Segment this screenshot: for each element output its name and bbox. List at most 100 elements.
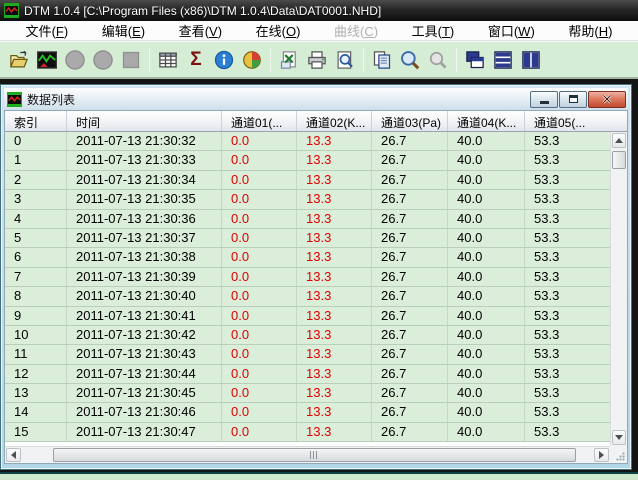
column-header-ch03[interactable]: 通道03(Pa) bbox=[372, 111, 448, 131]
toolbar-separator bbox=[270, 48, 271, 72]
info-button[interactable] bbox=[211, 47, 237, 73]
menu-file[interactable]: 文件F bbox=[18, 20, 77, 41]
print-button[interactable] bbox=[304, 47, 330, 73]
table-row[interactable]: 14 2011-07-13 21:30:46 0.0 13.3 26.7 40.… bbox=[5, 403, 610, 422]
horizontal-scroll-thumb[interactable] bbox=[53, 448, 576, 462]
cell-ch05: 53.3 bbox=[525, 345, 610, 363]
scroll-up-button[interactable] bbox=[612, 133, 626, 148]
toolbar: Σ bbox=[0, 41, 638, 79]
scroll-right-button[interactable] bbox=[594, 448, 609, 462]
cell-ch04: 40.0 bbox=[448, 307, 525, 325]
table-row[interactable]: 2 2011-07-13 21:30:34 0.0 13.3 26.7 40.0… bbox=[5, 171, 610, 190]
thumb-grip-icon bbox=[310, 451, 319, 459]
pie-chart-button[interactable] bbox=[239, 47, 265, 73]
column-header-index[interactable]: 索引 bbox=[5, 111, 67, 131]
cell-time: 2011-07-13 21:30:43 bbox=[67, 345, 222, 363]
tile-horizontal-icon bbox=[493, 50, 513, 70]
mdi-area: 数据列表 索引 时间 通道01(... bbox=[0, 79, 638, 472]
scroll-down-button[interactable] bbox=[612, 430, 626, 445]
toolbar-separator bbox=[363, 48, 364, 72]
cell-ch02: 13.3 bbox=[297, 190, 372, 208]
cascade-windows-button[interactable] bbox=[462, 47, 488, 73]
menu-view[interactable]: 查看V bbox=[171, 20, 230, 41]
restore-button[interactable] bbox=[559, 91, 587, 108]
vertical-scroll-thumb[interactable] bbox=[612, 151, 626, 169]
cell-index: 4 bbox=[5, 210, 67, 228]
vertical-scrollbar[interactable] bbox=[610, 132, 627, 446]
table-row[interactable]: 12 2011-07-13 21:30:44 0.0 13.3 26.7 40.… bbox=[5, 365, 610, 384]
cell-ch02: 13.3 bbox=[297, 287, 372, 305]
cell-ch05: 53.3 bbox=[525, 210, 610, 228]
minimize-button[interactable] bbox=[530, 91, 558, 108]
app-window: DTM 1.0.4 [C:\Program Files (x86)\DTM 1.… bbox=[0, 0, 638, 480]
close-button[interactable] bbox=[588, 91, 626, 108]
table-row[interactable]: 6 2011-07-13 21:30:38 0.0 13.3 26.7 40.0… bbox=[5, 248, 610, 267]
cell-ch01: 0.0 bbox=[222, 248, 297, 266]
statistics-button[interactable]: Σ bbox=[183, 47, 209, 73]
table-row[interactable]: 7 2011-07-13 21:30:39 0.0 13.3 26.7 40.0… bbox=[5, 268, 610, 287]
resize-grip-icon[interactable] bbox=[616, 452, 625, 461]
tile-horizontal-button[interactable] bbox=[490, 47, 516, 73]
open-file-button[interactable] bbox=[6, 47, 32, 73]
cell-time: 2011-07-13 21:30:42 bbox=[67, 326, 222, 344]
cell-ch05: 53.3 bbox=[525, 326, 610, 344]
cell-ch03: 26.7 bbox=[372, 384, 448, 402]
horizontal-scrollbar[interactable] bbox=[5, 446, 610, 463]
zoom-in-button[interactable] bbox=[397, 47, 423, 73]
cell-ch05: 53.3 bbox=[525, 190, 610, 208]
cell-ch03: 26.7 bbox=[372, 307, 448, 325]
cell-ch03: 26.7 bbox=[372, 210, 448, 228]
table-row[interactable]: 13 2011-07-13 21:30:45 0.0 13.3 26.7 40.… bbox=[5, 384, 610, 403]
curve-view-button[interactable] bbox=[34, 47, 60, 73]
menu-tools[interactable]: 工具T bbox=[404, 20, 463, 41]
table-row[interactable]: 1 2011-07-13 21:30:33 0.0 13.3 26.7 40.0… bbox=[5, 151, 610, 170]
cell-ch01: 0.0 bbox=[222, 326, 297, 344]
curve-view-icon bbox=[37, 50, 57, 70]
table-row[interactable]: 9 2011-07-13 21:30:41 0.0 13.3 26.7 40.0… bbox=[5, 307, 610, 326]
column-header-time[interactable]: 时间 bbox=[67, 111, 222, 131]
table-row[interactable]: 0 2011-07-13 21:30:32 0.0 13.3 26.7 40.0… bbox=[5, 132, 610, 151]
menu-edit[interactable]: 编辑E bbox=[94, 20, 153, 41]
cell-ch05: 53.3 bbox=[525, 268, 610, 286]
column-header-ch04[interactable]: 通道04(K... bbox=[448, 111, 525, 131]
close-icon bbox=[602, 94, 612, 104]
print-icon bbox=[307, 50, 327, 70]
window-title: DTM 1.0.4 [C:\Program Files (x86)\DTM 1.… bbox=[24, 4, 381, 18]
table-row[interactable]: 5 2011-07-13 21:30:37 0.0 13.3 26.7 40.0… bbox=[5, 229, 610, 248]
arrow-up-icon bbox=[615, 138, 623, 143]
scroll-left-button[interactable] bbox=[6, 448, 21, 462]
cell-ch05: 53.3 bbox=[525, 307, 610, 325]
table-row[interactable]: 10 2011-07-13 21:30:42 0.0 13.3 26.7 40.… bbox=[5, 326, 610, 345]
cell-ch02: 13.3 bbox=[297, 345, 372, 363]
table-row[interactable]: 4 2011-07-13 21:30:36 0.0 13.3 26.7 40.0… bbox=[5, 210, 610, 229]
copy-button[interactable] bbox=[369, 47, 395, 73]
tile-vertical-button[interactable] bbox=[518, 47, 544, 73]
cell-ch04: 40.0 bbox=[448, 384, 525, 402]
menu-window[interactable]: 窗口W bbox=[480, 20, 543, 41]
cell-ch03: 26.7 bbox=[372, 229, 448, 247]
table-row[interactable]: 11 2011-07-13 21:30:43 0.0 13.3 26.7 40.… bbox=[5, 345, 610, 364]
column-header-ch02[interactable]: 通道02(K... bbox=[297, 111, 372, 131]
statistics-icon: Σ bbox=[190, 50, 201, 70]
table-row[interactable]: 15 2011-07-13 21:30:47 0.0 13.3 26.7 40.… bbox=[5, 423, 610, 442]
print-preview-button[interactable] bbox=[332, 47, 358, 73]
menu-online[interactable]: 在线O bbox=[248, 20, 309, 41]
cell-index: 2 bbox=[5, 171, 67, 189]
table-row[interactable]: 3 2011-07-13 21:30:35 0.0 13.3 26.7 40.0… bbox=[5, 190, 610, 209]
cell-ch01: 0.0 bbox=[222, 345, 297, 363]
menu-help[interactable]: 帮助H bbox=[560, 20, 620, 41]
open-file-icon bbox=[9, 50, 29, 70]
data-list-button[interactable] bbox=[155, 47, 181, 73]
column-header-ch05[interactable]: 通道05(... bbox=[525, 111, 627, 131]
child-window-title: 数据列表 bbox=[27, 91, 530, 108]
cell-index: 1 bbox=[5, 151, 67, 169]
export-excel-button[interactable] bbox=[276, 47, 302, 73]
record-pause-button bbox=[90, 47, 116, 73]
table-row[interactable]: 8 2011-07-13 21:30:40 0.0 13.3 26.7 40.0… bbox=[5, 287, 610, 306]
cell-ch05: 53.3 bbox=[525, 423, 610, 441]
menubar: 文件F 编辑E 查看V 在线O 曲线C 工具T 窗口W 帮助H bbox=[0, 21, 638, 41]
cell-index: 7 bbox=[5, 268, 67, 286]
column-header-ch01[interactable]: 通道01(... bbox=[222, 111, 297, 131]
table-header-row: 索引 时间 通道01(... 通道02(K... 通道03(Pa) 通道04(K… bbox=[5, 111, 627, 132]
cell-ch03: 26.7 bbox=[372, 151, 448, 169]
